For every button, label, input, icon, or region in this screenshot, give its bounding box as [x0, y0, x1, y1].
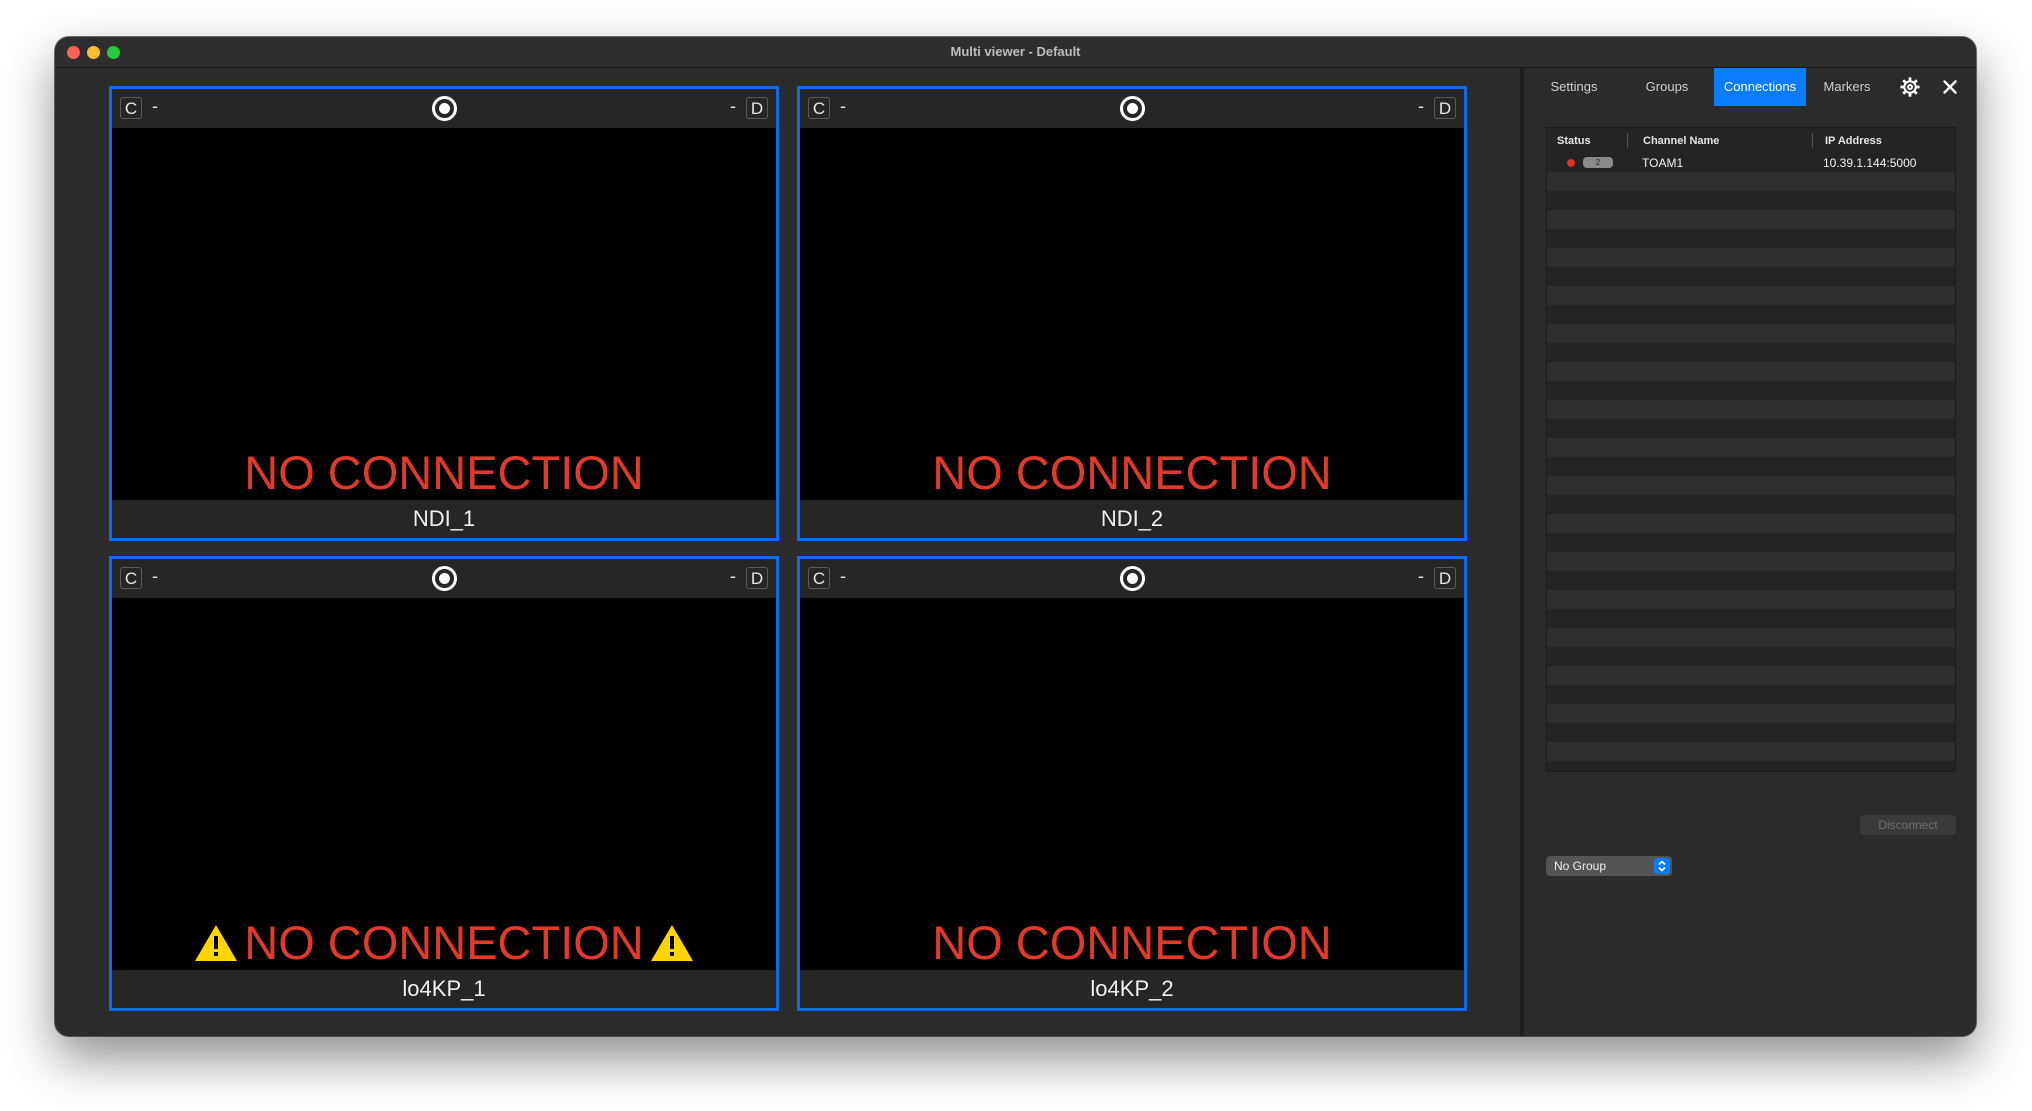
- chevron-updown-icon: [1654, 858, 1670, 874]
- left-channel-value: -: [152, 566, 158, 586]
- record-button[interactable]: [432, 96, 457, 121]
- record-button[interactable]: [1120, 566, 1145, 591]
- status-indicator: [1567, 159, 1575, 167]
- tile-name: lo4KP_1: [112, 970, 776, 1008]
- side-panel: Settings Groups Connections Markers Stat…: [1524, 68, 1976, 1036]
- right-channel-label: D: [746, 97, 768, 119]
- right-channel-value: -: [730, 96, 736, 116]
- right-channel-label: D: [746, 567, 768, 589]
- record-button[interactable]: [1120, 96, 1145, 121]
- group-select[interactable]: No Group: [1546, 856, 1672, 876]
- viewer-tile-lo4kp-2[interactable]: C - - D NO CONNECTION lo4KP_2: [797, 556, 1467, 1011]
- tab-groups[interactable]: Groups: [1624, 68, 1710, 106]
- status-badge: 2: [1583, 157, 1613, 168]
- gear-icon[interactable]: [1899, 76, 1921, 98]
- table-body: 2 TOAM1 10.39.1.144:5000: [1547, 153, 1955, 771]
- tile-header: C - - D: [800, 559, 1464, 598]
- close-icon[interactable]: [1939, 76, 1961, 98]
- left-channel-value: -: [840, 566, 846, 586]
- record-button[interactable]: [432, 566, 457, 591]
- tile-header: C - - D: [112, 89, 776, 128]
- left-channel-label: C: [808, 567, 830, 589]
- tile-header: C - - D: [800, 89, 1464, 128]
- no-connection-message: NO CONNECTION: [932, 916, 1332, 970]
- table-row[interactable]: 2 TOAM1 10.39.1.144:5000: [1547, 153, 1955, 172]
- tile-header: C - - D: [112, 559, 776, 598]
- no-connection-message: NO CONNECTION: [244, 446, 644, 500]
- app-window: Multi viewer - Default C - - D NO CONNEC…: [55, 37, 1976, 1036]
- ip-address-cell: 10.39.1.144:5000: [1823, 156, 1917, 170]
- left-channel-value: -: [840, 96, 846, 116]
- viewer-tile-ndi-2[interactable]: C - - D NO CONNECTION NDI_2: [797, 86, 1467, 541]
- group-select-value: No Group: [1554, 859, 1607, 873]
- column-status[interactable]: Status: [1557, 135, 1591, 147]
- right-channel-value: -: [730, 566, 736, 586]
- column-separator: [1812, 133, 1813, 148]
- left-channel-label: C: [808, 97, 830, 119]
- tile-name: lo4KP_2: [800, 970, 1464, 1008]
- no-connection-message: NO CONNECTION: [112, 915, 776, 966]
- tab-bar: Settings Groups Connections Markers: [1524, 68, 1976, 108]
- tile-name: NDI_2: [800, 500, 1464, 538]
- titlebar: Multi viewer - Default: [55, 37, 1976, 68]
- right-channel-value: -: [1418, 96, 1424, 116]
- channel-name-cell: TOAM1: [1642, 156, 1684, 170]
- window-title: Multi viewer - Default: [950, 44, 1081, 59]
- connections-table: Status Channel Name IP Address 2 TOAM1 1…: [1546, 127, 1956, 772]
- tab-markers[interactable]: Markers: [1810, 68, 1884, 106]
- tab-settings[interactable]: Settings: [1536, 68, 1612, 106]
- left-channel-label: C: [120, 567, 142, 589]
- right-channel-label: D: [1434, 567, 1456, 589]
- no-connection-message: NO CONNECTION: [932, 446, 1332, 500]
- viewer-tile-lo4kp-1[interactable]: C - - D NO CONNECTION lo4KP_1: [109, 556, 779, 1011]
- right-channel-label: D: [1434, 97, 1456, 119]
- column-ip-address[interactable]: IP Address: [1825, 135, 1882, 147]
- tile-name: NDI_1: [112, 500, 776, 538]
- table-header: Status Channel Name IP Address: [1547, 128, 1955, 154]
- left-channel-value: -: [152, 96, 158, 116]
- viewer-tile-ndi-1[interactable]: C - - D NO CONNECTION NDI_1: [109, 86, 779, 541]
- warning-icon: [195, 924, 238, 961]
- left-channel-label: C: [120, 97, 142, 119]
- warning-icon: [650, 924, 693, 961]
- main-content: C - - D NO CONNECTION NDI_1 C - - D NO C…: [55, 68, 1976, 1036]
- right-channel-value: -: [1418, 566, 1424, 586]
- column-channel-name[interactable]: Channel Name: [1643, 135, 1719, 147]
- tab-connections[interactable]: Connections: [1714, 68, 1806, 106]
- disconnect-button[interactable]: Disconnect: [1860, 815, 1956, 835]
- column-separator: [1627, 133, 1628, 148]
